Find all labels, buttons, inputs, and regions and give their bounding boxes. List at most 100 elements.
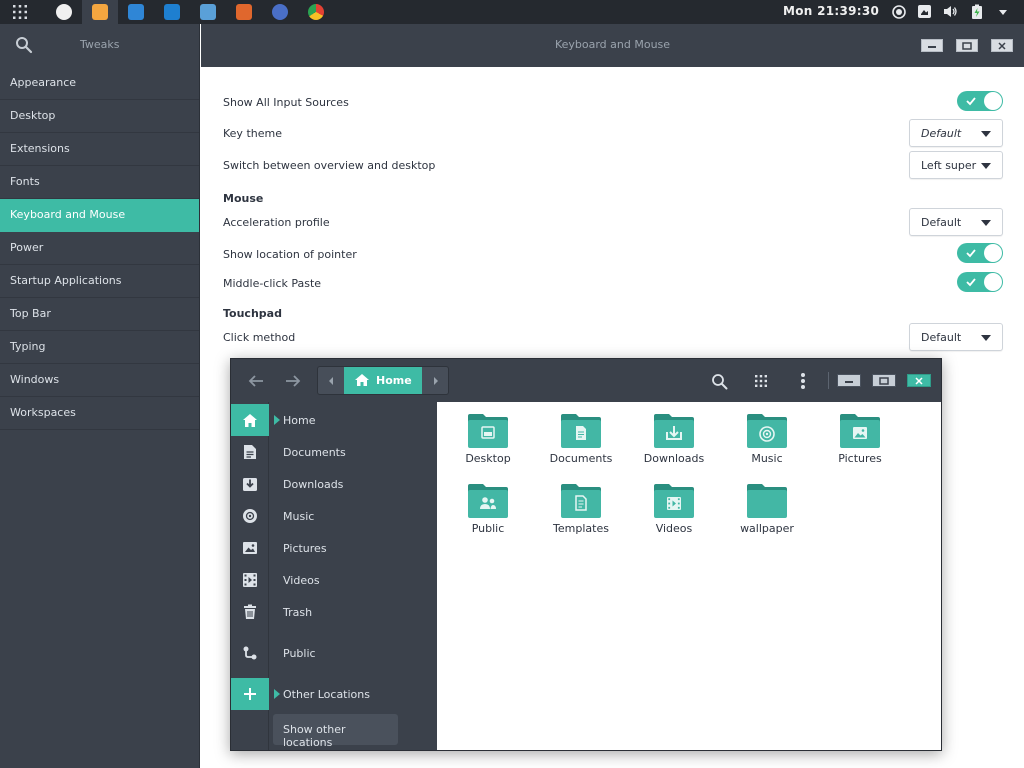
place-music[interactable]: Music xyxy=(231,500,437,532)
folder-templates-icon xyxy=(561,484,601,518)
acceleration-profile-dropdown[interactable]: Default xyxy=(909,208,1003,236)
files-maximize-button[interactable] xyxy=(872,374,896,387)
volume-icon[interactable] xyxy=(942,3,959,20)
sidebar-item-keyboard-and-mouse[interactable]: Keyboard and Mouse xyxy=(0,199,199,232)
place-home[interactable]: Home xyxy=(231,404,437,436)
sidebar-item-fonts[interactable]: Fonts xyxy=(0,166,199,199)
place-label: Public xyxy=(283,647,316,660)
folder-documents[interactable]: Documents xyxy=(536,412,626,476)
place-videos[interactable]: Videos xyxy=(231,564,437,596)
show-location-of-pointer-switch[interactable] xyxy=(957,243,1003,263)
folder-music-icon xyxy=(747,414,787,448)
menu-dots-icon[interactable] xyxy=(793,371,813,391)
path-right-arrow-icon[interactable] xyxy=(424,367,448,394)
files-minimize-button[interactable] xyxy=(837,374,861,387)
forward-arrow-icon[interactable] xyxy=(283,371,303,391)
folder-name: Templates xyxy=(553,522,609,535)
place-documents[interactable]: Documents xyxy=(231,436,437,468)
path-left-arrow-icon[interactable] xyxy=(318,367,344,394)
path-home-button[interactable]: Home xyxy=(344,367,422,394)
view-grid-icon[interactable] xyxy=(751,371,771,391)
sidebar-item-extensions[interactable]: Extensions xyxy=(0,133,199,166)
dock xyxy=(46,0,334,24)
page-title: Keyboard and Mouse xyxy=(554,38,671,51)
system-menu-arrow-icon[interactable] xyxy=(994,3,1011,20)
record-icon[interactable] xyxy=(890,3,907,20)
dock-app-gimp[interactable] xyxy=(190,0,226,24)
sidebar-item-appearance[interactable]: Appearance xyxy=(0,67,199,100)
show-all-input-sources-switch[interactable] xyxy=(957,91,1003,111)
app-grid-icon[interactable] xyxy=(12,4,28,20)
place-downloads[interactable]: Downloads xyxy=(231,468,437,500)
setting-label: Middle-click Paste xyxy=(223,277,322,290)
folder-name: Downloads xyxy=(643,452,705,465)
folder-music[interactable]: Music xyxy=(722,412,812,476)
sidebar-item-top-bar[interactable]: Top Bar xyxy=(0,298,199,331)
back-arrow-icon[interactable] xyxy=(246,371,266,391)
place-label: Home xyxy=(283,414,316,427)
sidebar-item-workspaces[interactable]: Workspaces xyxy=(0,397,199,430)
dock-app-a[interactable] xyxy=(46,0,82,24)
expander-arrow-icon[interactable] xyxy=(274,689,280,699)
sidebar-item-power[interactable]: Power xyxy=(0,232,199,265)
click-method-dropdown[interactable]: Default xyxy=(909,323,1003,351)
search-icon[interactable] xyxy=(709,371,729,391)
system-tray xyxy=(890,3,1011,20)
search-icon[interactable] xyxy=(15,36,33,57)
minimize-button[interactable] xyxy=(921,39,943,52)
dropdown-value: Left super xyxy=(921,159,977,172)
maximize-button[interactable] xyxy=(956,39,978,52)
clock[interactable]: Mon 21:39:30 xyxy=(783,4,879,18)
dock-app-files[interactable] xyxy=(82,0,118,24)
picture-icon xyxy=(231,532,269,564)
screenshot-icon[interactable] xyxy=(916,3,933,20)
folder-desktop[interactable]: Desktop xyxy=(443,412,533,476)
key-theme-dropdown[interactable]: Default xyxy=(909,119,1003,147)
battery-icon[interactable] xyxy=(968,3,985,20)
folder-public[interactable]: Public xyxy=(443,482,533,546)
dropdown-arrow-icon xyxy=(981,163,991,169)
close-button[interactable] xyxy=(991,39,1013,52)
place-trash[interactable]: Trash xyxy=(231,596,437,628)
home-icon xyxy=(231,404,269,436)
folder-downloads[interactable]: Downloads xyxy=(629,412,719,476)
switch-overview-dropdown[interactable]: Left super xyxy=(909,151,1003,179)
place-other-locations[interactable]: Other Locations xyxy=(231,678,437,710)
folder-pictures-icon xyxy=(840,414,880,448)
middle-click-paste-switch[interactable] xyxy=(957,272,1003,292)
sidebar-item-desktop[interactable]: Desktop xyxy=(0,100,199,133)
sidebar-item-startup-applications[interactable]: Startup Applications xyxy=(0,265,199,298)
place-pictures[interactable]: Pictures xyxy=(231,532,437,564)
place-label: Downloads xyxy=(283,478,344,491)
setting-label: Click method xyxy=(223,331,296,344)
dock-app-firefox[interactable] xyxy=(226,0,262,24)
document-icon xyxy=(231,436,269,468)
plus-icon xyxy=(231,678,269,710)
section-touchpad: Touchpad xyxy=(223,307,282,320)
dropdown-arrow-icon xyxy=(981,220,991,226)
folder-name: Desktop xyxy=(465,452,511,465)
section-mouse: Mouse xyxy=(223,192,264,205)
expander-arrow-icon[interactable] xyxy=(274,415,280,425)
dock-app-chrome[interactable] xyxy=(298,0,334,24)
folder-videos[interactable]: Videos xyxy=(629,482,719,546)
setting-acceleration-profile: Acceleration profile Default xyxy=(223,208,1003,238)
setting-label: Acceleration profile xyxy=(223,216,330,229)
dock-app-terminal[interactable] xyxy=(118,0,154,24)
dock-app-editor[interactable] xyxy=(154,0,190,24)
path-bar: Home xyxy=(317,366,449,395)
folder-pictures[interactable]: Pictures xyxy=(815,412,905,476)
files-close-button[interactable] xyxy=(907,374,931,387)
folder-videos-icon xyxy=(654,484,694,518)
folder-wallpaper[interactable]: wallpaper xyxy=(722,482,812,546)
tweaks-sidebar-header: Tweaks xyxy=(0,24,200,67)
sidebar-item-typing[interactable]: Typing xyxy=(0,331,199,364)
place-public[interactable]: Public xyxy=(231,637,437,669)
setting-show-location-of-pointer: Show location of pointer xyxy=(223,240,1003,270)
switch-knob xyxy=(984,92,1002,110)
setting-label: Show location of pointer xyxy=(223,248,357,261)
sidebar-item-windows[interactable]: Windows xyxy=(0,364,199,397)
header-separator xyxy=(828,372,829,389)
dock-app-web[interactable] xyxy=(262,0,298,24)
folder-templates[interactable]: Templates xyxy=(536,482,626,546)
